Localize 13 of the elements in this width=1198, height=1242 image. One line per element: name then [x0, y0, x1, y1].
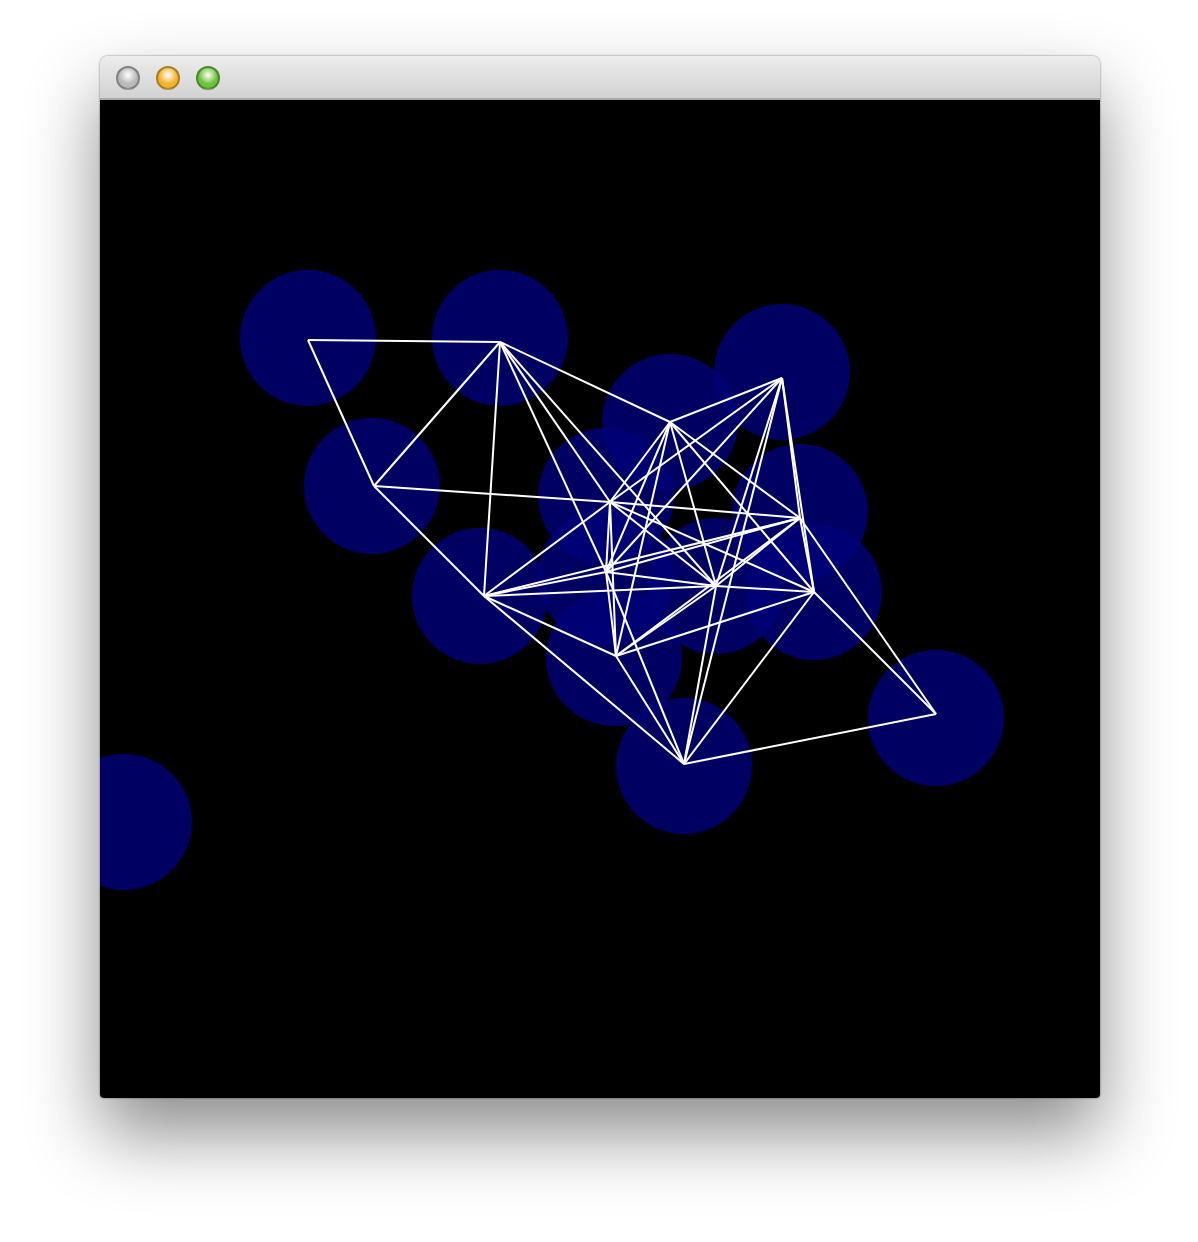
node-circle — [867, 650, 1003, 786]
node-circle — [431, 270, 567, 406]
node-circle — [615, 698, 751, 834]
node-circle — [411, 528, 547, 664]
node-circle — [601, 354, 737, 490]
zoom-button[interactable] — [195, 65, 219, 89]
node-circle — [239, 270, 375, 406]
node-circle — [303, 418, 439, 554]
minimize-button[interactable] — [155, 65, 179, 89]
close-button[interactable] — [115, 65, 139, 89]
node-circle — [545, 590, 681, 726]
node-circle — [713, 304, 849, 440]
node-circle — [745, 524, 881, 660]
